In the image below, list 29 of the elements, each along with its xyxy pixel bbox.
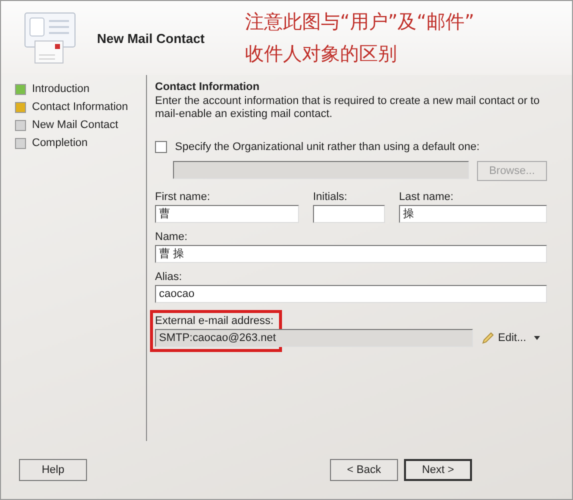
checkbox[interactable]: [155, 141, 167, 153]
step-label: Contact Information: [32, 101, 128, 113]
pencil-icon: [481, 331, 495, 345]
field-label: Alias:: [155, 271, 183, 283]
email-field[interactable]: SMTP:caocao@263.net: [155, 329, 473, 347]
field-label: First name:: [155, 191, 212, 203]
wizard-title: New Mail Contact: [97, 30, 206, 46]
checkbox-label: Specify the Organizational unit rather than using a default one:: [175, 141, 480, 153]
annotation-text: 注意此图与“用户”及“邮件”: [245, 10, 474, 35]
input-field[interactable]: 曹 操: [155, 245, 547, 263]
input-field[interactable]: caocao: [155, 285, 547, 303]
input-field[interactable]: [313, 205, 385, 223]
field-label: External e-mail address:: [155, 315, 275, 327]
section-description: Enter the account information that is required to create a new mail contact or to mail-enable an existing mail contact.: [155, 95, 541, 121]
step-label: New Mail Contact: [32, 119, 118, 131]
caret-icon[interactable]: [534, 336, 540, 340]
step-label: Completion: [32, 137, 88, 149]
wizard-button[interactable]: < Back: [330, 459, 398, 481]
field-label: Name:: [155, 231, 188, 243]
step-label: Introduction: [32, 83, 90, 95]
annotation-text: 收件人对象的区别: [245, 42, 398, 67]
wizard-button[interactable]: Help: [19, 459, 87, 481]
field-label: Initials:: [313, 191, 348, 203]
field-label: Last name:: [399, 191, 454, 203]
edit-button[interactable]: Edit...: [481, 331, 526, 345]
input-field[interactable]: 曹: [155, 205, 299, 223]
section-title: Contact Information: [155, 81, 260, 93]
input-field[interactable]: 操: [399, 205, 547, 223]
wizard-button[interactable]: Next >: [404, 459, 472, 481]
